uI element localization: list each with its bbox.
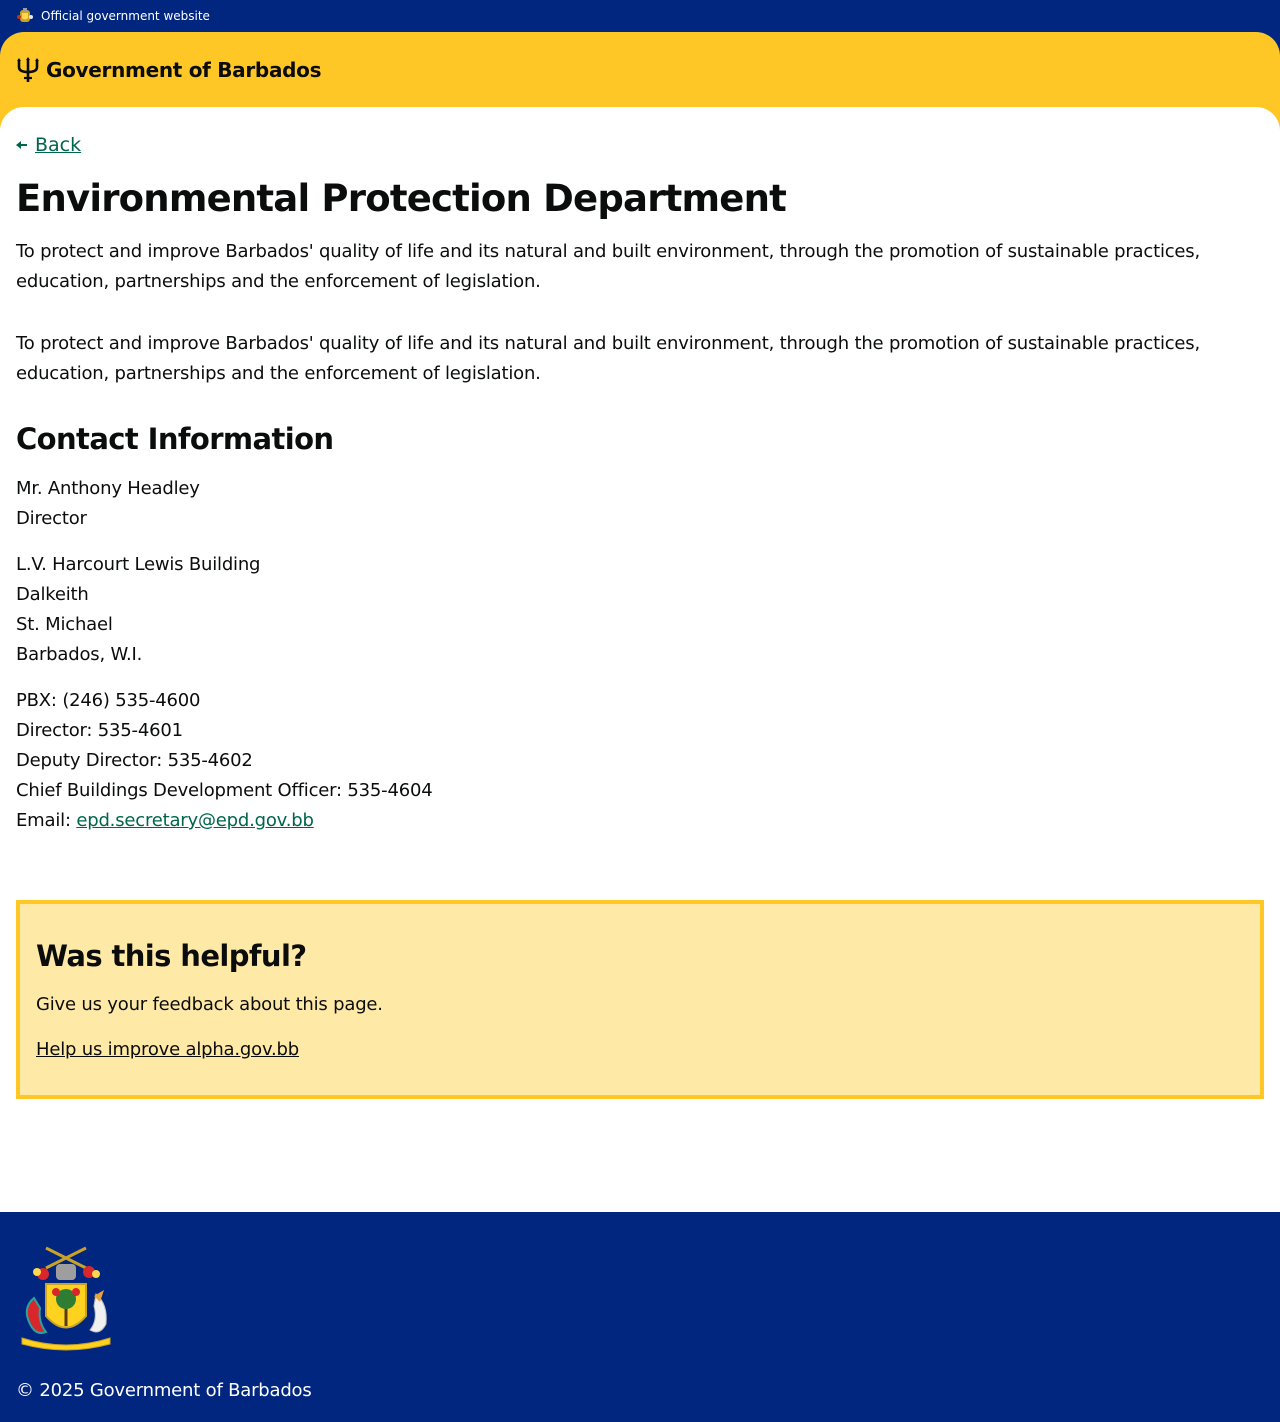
phone-line: PBX: (246) 535-4600 [16, 690, 201, 711]
contact-role: Director [16, 508, 87, 529]
official-banner-text: Official government website [41, 9, 210, 23]
contact-phones: PBX: (246) 535-4600 Director: 535-4601 D… [16, 686, 433, 836]
mission-paragraph: To protect and improve Barbados' quality… [16, 333, 1201, 384]
coat-of-arms-icon [21, 1246, 111, 1351]
contact-heading: Contact Information [16, 422, 334, 456]
contact-name: Mr. Anthony Headley [16, 478, 200, 499]
official-banner: Official government website [0, 0, 1280, 32]
crest-icon [17, 8, 33, 22]
page-title: Environmental Protection Department [16, 177, 787, 220]
intro-paragraph: To protect and improve Barbados' quality… [16, 241, 1201, 292]
address-line: St. Michael [16, 614, 113, 635]
email-line: Email: epd.secretary@epd.gov.bb [16, 806, 432, 836]
brand-link[interactable]: Government of Barbados [16, 57, 322, 83]
feedback-link[interactable]: Help us improve alpha.gov.bb [36, 1036, 299, 1064]
email-label: Email: [16, 810, 71, 831]
contact-person: Mr. Anthony Headley Director [16, 474, 200, 534]
site-title: Government of Barbados [46, 58, 322, 82]
address-line: L.V. Harcourt Lewis Building [16, 554, 261, 575]
copyright: © 2025 Government of Barbados [16, 1380, 312, 1401]
contact-address: L.V. Harcourt Lewis Building Dalkeith St… [16, 550, 260, 670]
feedback-text: Give us your feedback about this page. [36, 994, 383, 1015]
back-link-label[interactable]: Back [35, 134, 81, 156]
phone-line: Chief Buildings Development Officer: 535… [16, 780, 433, 801]
phone-line: Deputy Director: 535-4602 [16, 750, 253, 771]
feedback-title: Was this helpful? [36, 939, 307, 973]
phone-line: Director: 535-4601 [16, 720, 183, 741]
back-link[interactable]: Back [16, 134, 81, 156]
address-line: Barbados, W.I. [16, 644, 143, 665]
email-link[interactable]: epd.secretary@epd.gov.bb [76, 810, 314, 831]
address-line: Dalkeith [16, 584, 89, 605]
trident-icon [17, 57, 39, 82]
feedback-panel: Was this helpful? Give us your feedback … [16, 900, 1264, 1099]
site-footer: © 2025 Government of Barbados [0, 1212, 1280, 1422]
arrow-left-icon [16, 141, 27, 149]
main-content: Back Environmental Protection Department… [0, 107, 1280, 1212]
